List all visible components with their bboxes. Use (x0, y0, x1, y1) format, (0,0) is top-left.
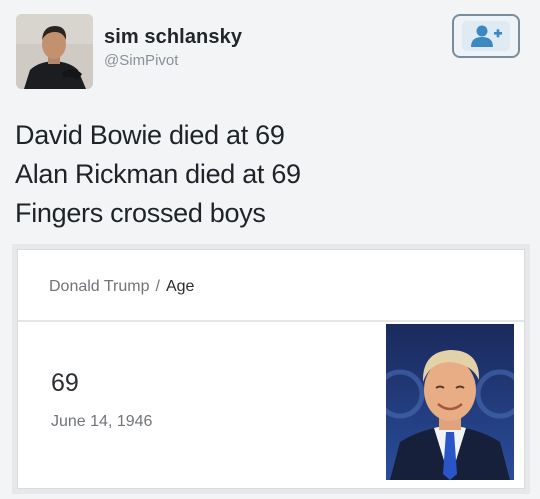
breadcrumb-separator: / (155, 278, 160, 295)
card-header: Donald Trump / Age (18, 250, 524, 322)
follow-button-inner (462, 21, 510, 51)
avatar-photo (16, 14, 93, 89)
breadcrumb-attribute: Age (165, 278, 195, 295)
author-name[interactable]: sim schlansky (104, 26, 242, 49)
add-user-icon (471, 25, 502, 47)
entity-photo[interactable] (386, 324, 514, 480)
answer-card[interactable]: Donald Trump / Age 69 June 14, 1946 (17, 249, 525, 489)
tweet-text: David Bowie died at 69 Alan Rickman died… (15, 116, 515, 233)
tweet-line: David Bowie died at 69 (15, 120, 285, 150)
birth-date: June 14, 1946 (51, 413, 153, 430)
breadcrumb: Donald Trump / Age (49, 278, 194, 296)
portrait-image (386, 324, 514, 480)
tweet-line: Alan Rickman died at 69 (15, 159, 301, 189)
tweet-line: Fingers crossed boys (15, 198, 266, 228)
author-avatar[interactable] (16, 14, 93, 89)
follow-button[interactable] (452, 14, 520, 58)
screenshot: sim schlansky @SimPivot David Bowie died… (0, 0, 540, 499)
age-value: 69 (51, 369, 79, 397)
author-handle[interactable]: @SimPivot (104, 52, 178, 69)
breadcrumb-entity[interactable]: Donald Trump (49, 278, 150, 295)
